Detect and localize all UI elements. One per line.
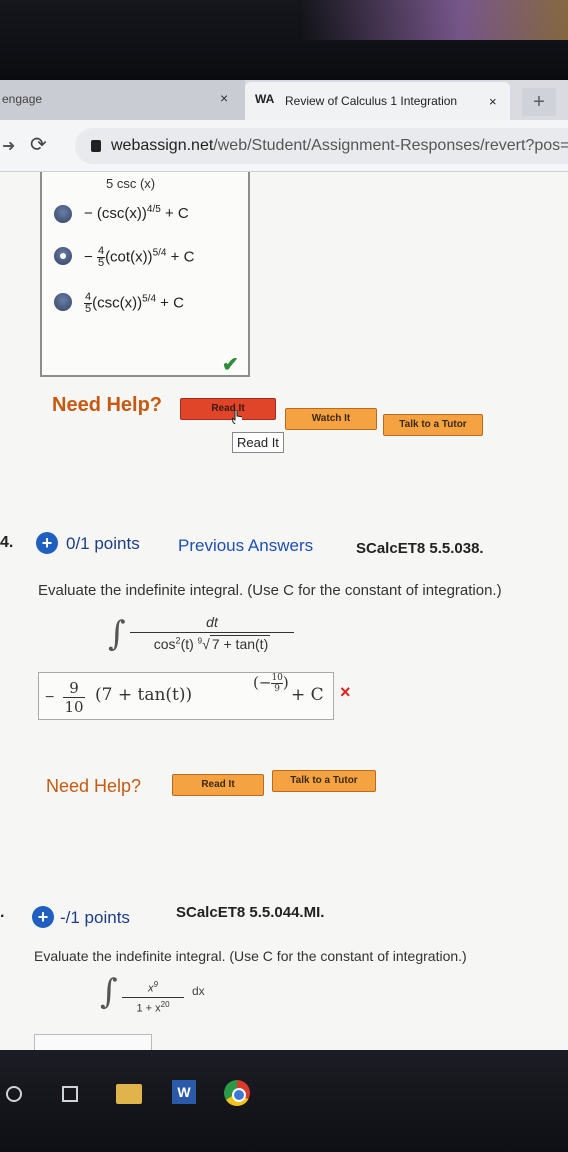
- read-it-button[interactable]: Read It: [180, 398, 276, 420]
- tab-inactive[interactable]: engage ×: [0, 80, 245, 120]
- integral-sign: ∫: [108, 614, 126, 654]
- tab-inactive-close-icon[interactable]: ×: [220, 90, 228, 106]
- points-label: 0/1 points: [66, 534, 140, 553]
- integral-sign: ∫: [100, 972, 118, 1012]
- question-header: . + -/1 points SCalcET8 5.5.044.MI.: [0, 904, 568, 928]
- talk-to-tutor-button[interactable]: Talk to a Tutor: [383, 414, 483, 436]
- hand-cursor-icon: [232, 410, 242, 424]
- plus-circle-icon[interactable]: +: [36, 532, 58, 554]
- tab-active[interactable]: WA Review of Calculus 1 Integration ×: [245, 82, 510, 120]
- question-prompt: Evaluate the indefinite integral. (Use C…: [34, 948, 467, 964]
- answer-field[interactable]: [34, 1034, 152, 1050]
- question-prompt: Evaluate the indefinite integral. (Use C…: [38, 582, 502, 599]
- answer-exponent: (− 10 9): [253, 673, 289, 694]
- radio-button-selected[interactable]: [54, 247, 72, 265]
- tab-active-title: Review of Calculus 1 Integration: [285, 94, 458, 108]
- read-it-tooltip: Read It: [232, 432, 284, 453]
- assignment-page: 5 csc (x) − (csc(x))4/5 + C − 4 5 (cot(x))…: [0, 172, 568, 1050]
- webassign-icon: WA: [255, 92, 275, 106]
- integrand-denominator: 1 + x20: [136, 999, 170, 1015]
- choice-expression: 4 5 (csc(x))5/4 + C: [84, 291, 184, 315]
- need-help-label: Need Help?: [52, 394, 163, 416]
- question-number: 4.: [0, 534, 14, 551]
- choice-box: 5 csc (x) − (csc(x))4/5 + C − 4 5 (cot(x))…: [40, 172, 250, 377]
- need-help-label: Need Help?: [46, 776, 142, 796]
- lock-icon: [91, 140, 101, 152]
- plus-circle-icon[interactable]: +: [32, 906, 54, 928]
- word-icon[interactable]: W: [172, 1080, 196, 1104]
- url-text: webassign.net/web/Student/Assignment-Res…: [111, 137, 568, 155]
- tab-inactive-label: engage: [2, 92, 43, 106]
- choice-expression: − 4 5 (cot(x))5/4 + C: [84, 245, 195, 269]
- answer-body: (7 + tan(t)): [95, 685, 193, 705]
- taskbar: W: [0, 1050, 568, 1152]
- screen-glare: [300, 0, 568, 40]
- new-tab-button[interactable]: +: [522, 88, 556, 116]
- check-icon: ✔: [222, 354, 239, 376]
- question-header: 4. + 0/1 points Previous Answers SCalcET…: [0, 532, 568, 557]
- task-view-icon[interactable]: [62, 1086, 78, 1102]
- previous-answers-link[interactable]: Previous Answers: [178, 536, 313, 556]
- browser-tab-bar: engage × WA Review of Calculus 1 Integra…: [0, 80, 568, 120]
- address-bar: ➜ ⟳ webassign.net/web/Student/Assignment…: [0, 120, 568, 172]
- reload-icon[interactable]: ⟳: [30, 132, 47, 157]
- integrand-numerator: dt: [130, 614, 294, 633]
- url-field[interactable]: webassign.net/web/Student/Assignment-Res…: [75, 128, 568, 164]
- radio-button[interactable]: [54, 205, 72, 223]
- watch-it-button[interactable]: Watch It: [285, 408, 377, 430]
- tab-active-close-icon[interactable]: ×: [489, 94, 497, 109]
- url-host: webassign.net: [111, 137, 214, 154]
- file-explorer-icon[interactable]: [116, 1084, 142, 1104]
- integrand: dt cos2(t) 9√ 7 + tan(t): [130, 614, 294, 652]
- question-id: SCalcET8 5.5.044.MI.: [176, 904, 325, 921]
- answer-coefficient: 9 10: [63, 679, 85, 716]
- integrand-numerator: x9: [122, 980, 184, 998]
- choice-expression: − (csc(x))4/5 + C: [84, 204, 189, 222]
- cut-off-text: 5 csc (x): [106, 176, 156, 191]
- answer-sign: −: [45, 689, 55, 706]
- points-label: -/1 points: [60, 908, 130, 927]
- integrand: x9 1 + x20: [122, 980, 184, 1014]
- answer-field[interactable]: − 9 10 (7 + tan(t)) (− 10 9) + C: [38, 672, 334, 720]
- integrand-denominator: cos2(t) 9√ 7 + tan(t): [153, 635, 271, 652]
- answer-constant: + C: [291, 685, 324, 705]
- question-number: .: [0, 904, 5, 921]
- read-it-button[interactable]: Read It: [172, 774, 264, 796]
- talk-to-tutor-button[interactable]: Talk to a Tutor: [272, 770, 376, 792]
- x-icon: ×: [340, 682, 351, 702]
- back-arrow-icon[interactable]: ➜: [2, 136, 15, 156]
- question-id: SCalcET8 5.5.038.: [356, 540, 484, 557]
- chrome-icon[interactable]: [224, 1080, 250, 1106]
- url-path: /web/Student/Assignment-Responses/revert…: [213, 137, 568, 154]
- radio-button[interactable]: [54, 293, 72, 311]
- dx-label: dx: [192, 984, 205, 998]
- search-icon[interactable]: [6, 1086, 22, 1102]
